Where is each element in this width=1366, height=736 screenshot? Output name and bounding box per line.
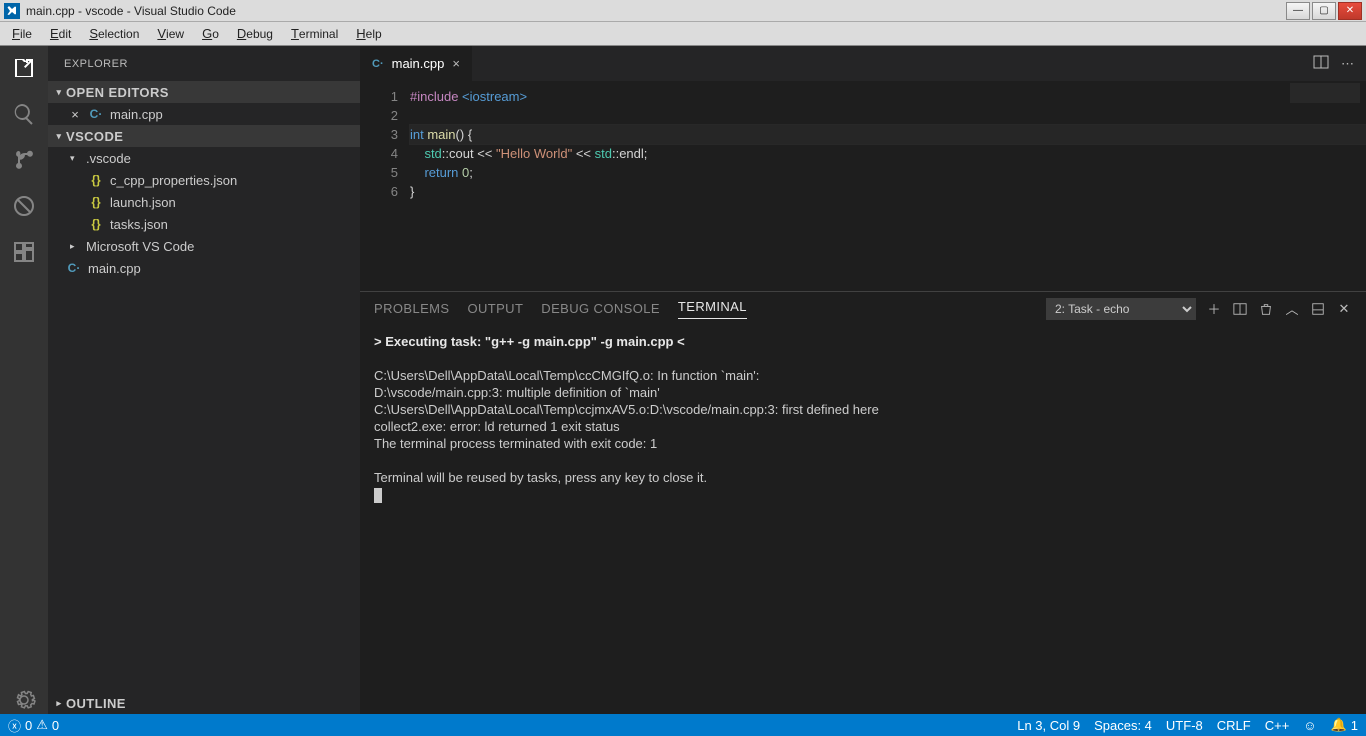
close-tab-icon[interactable]: × — [452, 56, 460, 71]
new-terminal-icon[interactable]: ＋ — [1206, 301, 1222, 317]
maximize-button[interactable]: ▢ — [1312, 2, 1336, 20]
chevron-right-icon: ▸ — [52, 698, 66, 709]
status-spaces[interactable]: Spaces: 4 — [1094, 718, 1152, 733]
folder-ms-vscode[interactable]: ▸ Microsoft VS Code — [48, 235, 360, 257]
menu-terminal[interactable]: Terminal — [283, 24, 346, 43]
sidebar-title: EXPLORER — [48, 46, 360, 81]
panel-tab-problems[interactable]: PROBLEMS — [374, 301, 449, 316]
cpp-file-icon: C· — [66, 261, 82, 275]
file-label: main.cpp — [88, 261, 141, 276]
window-title: main.cpp - vscode - Visual Studio Code — [26, 4, 236, 18]
file-c-cpp-properties[interactable]: {} c_cpp_properties.json — [48, 169, 360, 191]
status-errors[interactable]: ⓧ0 ⚠0 — [8, 716, 59, 735]
menu-debug[interactable]: Debug — [229, 24, 281, 43]
chevron-up-icon[interactable]: ︿ — [1284, 301, 1300, 317]
bell-icon: 🔔 — [1331, 717, 1347, 733]
outline-header[interactable]: ▸ OUTLINE — [48, 692, 360, 714]
search-icon[interactable] — [10, 100, 38, 128]
status-bar: ⓧ0 ⚠0 Ln 3, Col 9 Spaces: 4 UTF-8 CRLF C… — [0, 714, 1366, 736]
window-title-bar: main.cpp - vscode - Visual Studio Code —… — [0, 0, 1366, 22]
open-editor-item[interactable]: × C· main.cpp — [48, 103, 360, 125]
panel-tabs: PROBLEMS OUTPUT DEBUG CONSOLE TERMINAL 2… — [360, 292, 1366, 325]
panel-tab-output[interactable]: OUTPUT — [467, 301, 523, 316]
status-eol[interactable]: CRLF — [1217, 718, 1251, 733]
chevron-down-icon: ▾ — [52, 131, 66, 142]
code-content[interactable]: #include <iostream>int main() { std::cou… — [410, 81, 1366, 291]
code-editor[interactable]: 123456 #include <iostream>int main() { s… — [360, 81, 1366, 291]
folder-label: Microsoft VS Code — [86, 239, 194, 254]
cpp-file-icon: C· — [372, 58, 384, 70]
more-actions-icon[interactable]: ⋯ — [1341, 56, 1354, 72]
settings-gear-icon[interactable] — [10, 686, 38, 714]
outline-label: OUTLINE — [66, 696, 126, 711]
split-terminal-icon[interactable] — [1232, 301, 1248, 317]
vscode-logo-icon — [4, 3, 20, 19]
status-line-col[interactable]: Ln 3, Col 9 — [1017, 718, 1080, 733]
close-window-button[interactable]: ✕ — [1338, 2, 1362, 20]
editor-area: C· main.cpp × ⋯ 123456 #include <iostrea… — [360, 46, 1366, 714]
minimize-button[interactable]: — — [1286, 2, 1310, 20]
json-file-icon: {} — [88, 173, 104, 187]
workspace-label: VSCODE — [66, 129, 123, 144]
file-label: tasks.json — [110, 217, 168, 232]
open-editors-label: OPEN EDITORS — [66, 85, 169, 100]
bottom-panel: PROBLEMS OUTPUT DEBUG CONSOLE TERMINAL 2… — [360, 291, 1366, 714]
status-notifications[interactable]: 🔔1 — [1331, 717, 1358, 733]
menu-file[interactable]: File — [4, 24, 40, 43]
workspace-header[interactable]: ▾ VSCODE — [48, 125, 360, 147]
file-label: launch.json — [110, 195, 176, 210]
json-file-icon: {} — [88, 217, 104, 231]
explorer-icon[interactable] — [10, 54, 38, 82]
menu-go[interactable]: Go — [194, 24, 227, 43]
status-encoding[interactable]: UTF-8 — [1166, 718, 1203, 733]
menu-selection[interactable]: Selection — [81, 24, 147, 43]
chevron-right-icon: ▸ — [70, 241, 80, 252]
error-icon: ⓧ — [8, 716, 21, 735]
file-label: c_cpp_properties.json — [110, 173, 237, 188]
file-main-cpp[interactable]: C· main.cpp — [48, 257, 360, 279]
file-tasks-json[interactable]: {} tasks.json — [48, 213, 360, 235]
warning-icon: ⚠ — [36, 717, 48, 733]
minimap[interactable] — [1290, 83, 1360, 103]
explorer-sidebar: EXPLORER ▾ OPEN EDITORS × C· main.cpp ▾ … — [48, 46, 360, 714]
maximize-panel-icon[interactable] — [1310, 301, 1326, 317]
menu-bar: File Edit Selection View Go Debug Termin… — [0, 22, 1366, 46]
file-launch-json[interactable]: {} launch.json — [48, 191, 360, 213]
status-language[interactable]: C++ — [1265, 718, 1290, 733]
close-icon[interactable]: × — [68, 107, 82, 122]
open-editors-header[interactable]: ▾ OPEN EDITORS — [48, 81, 360, 103]
line-gutter: 123456 — [360, 81, 410, 291]
chevron-down-icon: ▾ — [70, 153, 80, 164]
panel-tab-terminal[interactable]: TERMINAL — [678, 299, 747, 319]
open-editor-label: main.cpp — [110, 107, 163, 122]
close-panel-icon[interactable]: ✕ — [1336, 301, 1352, 317]
folder-label: .vscode — [86, 151, 131, 166]
activity-bar — [0, 46, 48, 714]
panel-tab-debug-console[interactable]: DEBUG CONSOLE — [541, 301, 660, 316]
editor-tabs: C· main.cpp × ⋯ — [360, 46, 1366, 81]
chevron-down-icon: ▾ — [52, 87, 66, 98]
terminal-selector[interactable]: 2: Task - echo — [1046, 298, 1196, 320]
source-control-icon[interactable] — [10, 146, 38, 174]
menu-help[interactable]: Help — [348, 24, 389, 43]
menu-view[interactable]: View — [149, 24, 192, 43]
menu-edit[interactable]: Edit — [42, 24, 79, 43]
extensions-icon[interactable] — [10, 238, 38, 266]
tab-main-cpp[interactable]: C· main.cpp × — [360, 46, 473, 81]
kill-terminal-icon[interactable] — [1258, 301, 1274, 317]
tab-label: main.cpp — [392, 56, 445, 71]
terminal-output[interactable]: > Executing task: "g++ -g main.cpp" -g m… — [360, 325, 1366, 714]
debug-icon[interactable] — [10, 192, 38, 220]
json-file-icon: {} — [88, 195, 104, 209]
folder-vscode[interactable]: ▾ .vscode — [48, 147, 360, 169]
status-feedback-icon[interactable]: ☺ — [1303, 718, 1316, 733]
split-editor-icon[interactable] — [1313, 54, 1329, 73]
cpp-file-icon: C· — [88, 107, 104, 121]
